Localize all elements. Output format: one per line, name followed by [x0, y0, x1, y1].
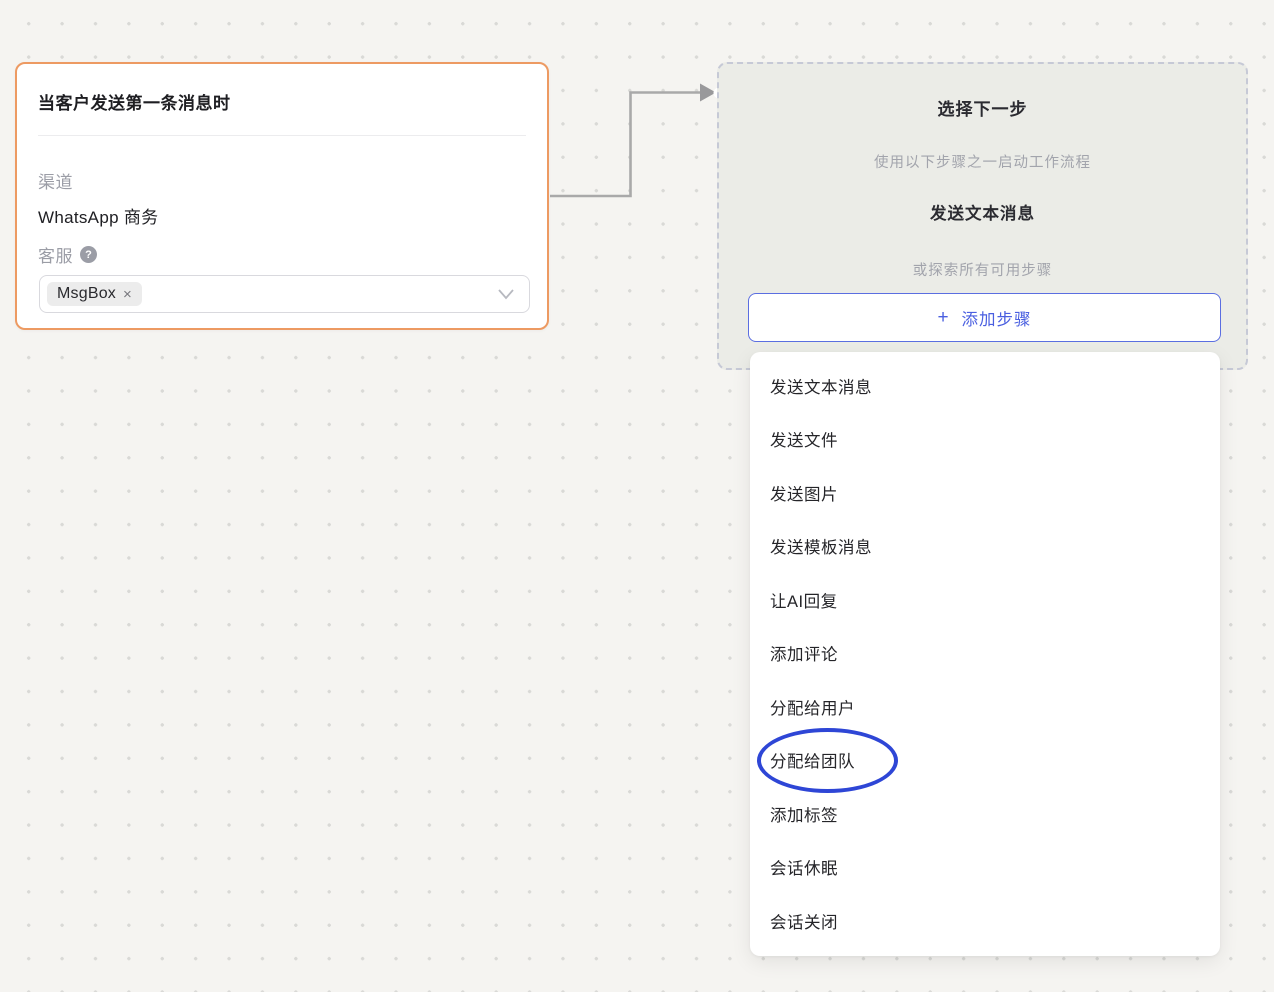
plus-icon: + [937, 308, 949, 327]
menu-item-label: 发送模板消息 [770, 534, 872, 558]
step-menu-dropdown[interactable]: 发送文本消息 发送文件 发送图片 发送模板消息 让AI回复 添加评论 分配给用户… [750, 352, 1220, 956]
menu-item-add-tag[interactable]: 添加标签 [750, 787, 1220, 841]
menu-item-assign-user[interactable]: 分配给用户 [750, 680, 1220, 734]
menu-item-add-comment[interactable]: 添加评论 [750, 627, 1220, 681]
arrow-head-icon [700, 84, 716, 102]
connector-line [550, 93, 701, 197]
chevron-down-icon[interactable] [497, 288, 515, 300]
channel-label: 渠道 [38, 168, 73, 193]
menu-item-label: 添加标签 [770, 802, 838, 826]
menu-item-label: 分配给团队 [770, 748, 855, 772]
menu-item-label: 会话关闭 [770, 909, 838, 933]
tag-label: MsgBox [57, 285, 116, 303]
help-icon[interactable]: ? [80, 246, 97, 263]
menu-item-label: 发送文本消息 [770, 374, 872, 398]
tag-remove-icon[interactable]: × [123, 287, 132, 302]
divider [38, 135, 526, 136]
explore-hint: 或探索所有可用步骤 [719, 259, 1246, 280]
channel-value: WhatsApp 商务 [38, 203, 158, 228]
menu-item-send-text[interactable]: 发送文本消息 [750, 359, 1220, 413]
agent-select-input[interactable]: MsgBox × [39, 275, 530, 313]
trigger-node-card[interactable]: 当客户发送第一条消息时 渠道 WhatsApp 商务 客服 ? MsgBox × [15, 62, 549, 330]
agent-label-row: 客服 ? [38, 242, 97, 267]
add-step-button-label: 添加步骤 [962, 306, 1032, 330]
menu-item-label: 添加评论 [770, 641, 838, 665]
menu-item-label: 会话休眠 [770, 855, 838, 879]
selected-tag-chip[interactable]: MsgBox × [47, 282, 142, 306]
menu-item-label: 分配给用户 [770, 695, 855, 719]
menu-item-ai-reply[interactable]: 让AI回复 [750, 573, 1220, 627]
menu-item-send-file[interactable]: 发送文件 [750, 413, 1220, 467]
menu-item-send-image[interactable]: 发送图片 [750, 466, 1220, 520]
next-step-placeholder-node[interactable]: 选择下一步 使用以下步骤之一启动工作流程 发送文本消息 或探索所有可用步骤 + … [717, 62, 1248, 370]
next-step-subtitle: 使用以下步骤之一启动工作流程 [719, 151, 1246, 172]
trigger-title: 当客户发送第一条消息时 [38, 89, 526, 114]
menu-item-label: 发送图片 [770, 481, 838, 505]
menu-item-label: 让AI回复 [770, 588, 838, 612]
add-step-button[interactable]: + 添加步骤 [748, 293, 1221, 342]
menu-item-send-template[interactable]: 发送模板消息 [750, 520, 1220, 574]
menu-item-snooze-conversation[interactable]: 会话休眠 [750, 841, 1220, 895]
menu-item-label: 发送文件 [770, 427, 838, 451]
menu-item-assign-team[interactable]: 分配给团队 [750, 734, 1220, 788]
suggested-step-link[interactable]: 发送文本消息 [719, 200, 1246, 224]
menu-item-close-conversation[interactable]: 会话关闭 [750, 894, 1220, 948]
next-step-title: 选择下一步 [719, 95, 1246, 120]
agent-label: 客服 [38, 242, 73, 267]
workflow-canvas[interactable]: 当客户发送第一条消息时 渠道 WhatsApp 商务 客服 ? MsgBox ×… [0, 0, 1274, 992]
